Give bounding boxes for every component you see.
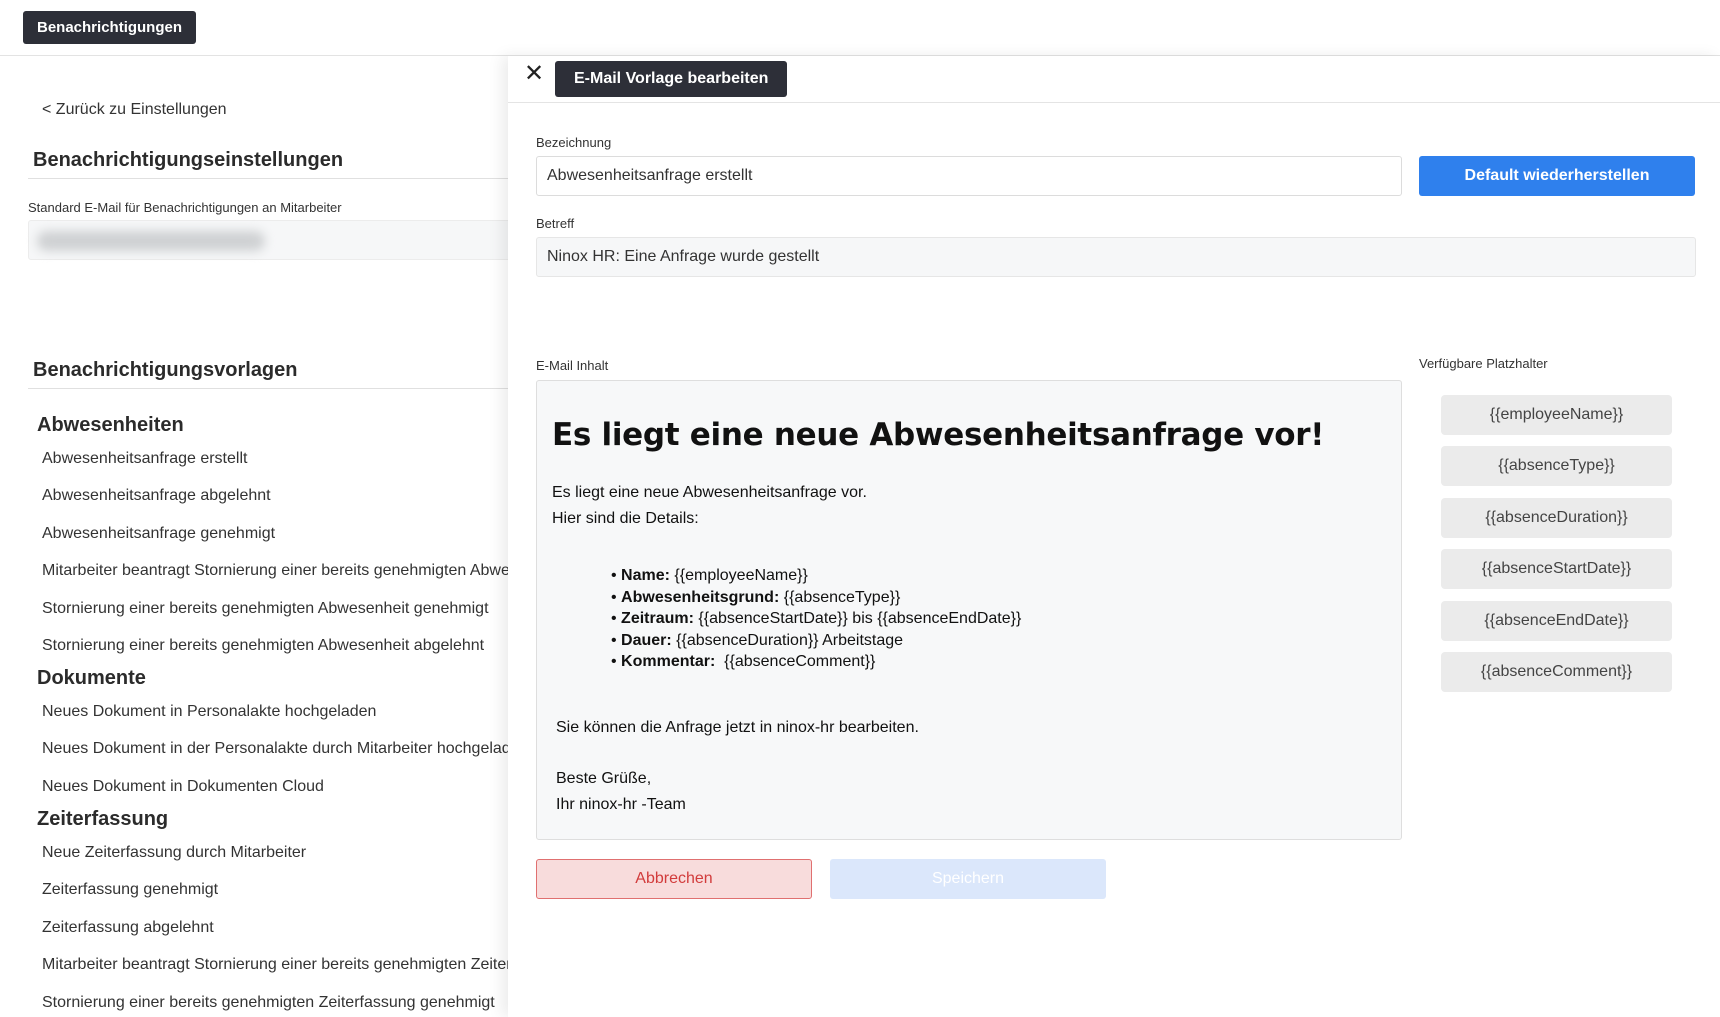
default-email-field[interactable] [28, 220, 508, 260]
template-item[interactable]: Stornierung einer bereits genehmigten Ab… [42, 600, 489, 618]
template-item[interactable]: Mitarbeiter beantragt Stornierung einer … [42, 562, 508, 580]
placeholder-chip[interactable]: {{absenceComment}} [1441, 652, 1672, 692]
email-content-editor[interactable]: Es liegt eine neue Abwesenheitsanfrage v… [536, 380, 1402, 840]
tab-notifications[interactable]: Benachrichtigungen [23, 11, 197, 44]
template-item[interactable]: Stornierung einer bereits genehmigten Ab… [42, 637, 484, 655]
back-to-settings-link[interactable]: < Zurück zu Einstellungen [42, 101, 227, 119]
panel-header: ✕ E-Mail Vorlage bearbeiten [508, 56, 1720, 103]
redacted-email [37, 231, 265, 251]
placeholder-chip[interactable]: {{employeeName}} [1441, 395, 1672, 435]
template-item[interactable]: Abwesenheitsanfrage genehmigt [42, 525, 275, 543]
template-item[interactable]: Zeiterfassung abgelehnt [42, 919, 214, 937]
template-item[interactable]: Neues Dokument in der Personalakte durch… [42, 740, 508, 758]
name-label: Bezeichnung [536, 135, 612, 150]
group-title-absences: Abwesenheiten [37, 414, 184, 436]
list-item: • Name: {{employeeName}} [611, 567, 808, 584]
default-email-label: Standard E-Mail für Benachrichtigungen a… [28, 200, 342, 215]
subject-input[interactable]: Ninox HR: Eine Anfrage wurde gestellt [536, 237, 1696, 277]
top-bar: Benachrichtigungen [0, 0, 1720, 56]
template-item[interactable]: Neue Zeiterfassung durch Mitarbeiter [42, 844, 306, 862]
email-intro-line-1: Es liegt eine neue Abwesenheitsanfrage v… [552, 484, 867, 501]
email-heading: Es liegt eine neue Abwesenheitsanfrage v… [552, 417, 1325, 453]
template-item[interactable]: Neues Dokument in Dokumenten Cloud [42, 778, 324, 796]
list-item: • Zeitraum: {{absenceStartDate}} bis {{a… [611, 610, 1022, 627]
details-list: • Name: {{employeeName}} • Abwesenheitsg… [611, 565, 1021, 673]
email-greeting-2: Ihr ninox-hr -Team [556, 796, 686, 813]
save-button[interactable]: Speichern [830, 859, 1106, 899]
group-title-documents: Dokumente [37, 667, 146, 689]
settings-section-title: Benachrichtigungseinstellungen [28, 149, 508, 179]
list-item: • Kommentar: {{absenceComment}} [611, 653, 876, 670]
email-intro-line-2: Hier sind die Details: [552, 510, 699, 527]
placeholder-chip[interactable]: {{absenceEndDate}} [1441, 601, 1672, 641]
restore-default-button[interactable]: Default wiederherstellen [1419, 156, 1695, 196]
list-item: • Dauer: {{absenceDuration}} Arbeitstage [611, 631, 904, 649]
email-outro: Sie können die Anfrage jetzt in ninox-hr… [556, 719, 919, 736]
templates-section-title: Benachrichtigungsvorlagen [28, 359, 508, 389]
placeholder-chip[interactable]: {{absenceType}} [1441, 446, 1672, 486]
placeholder-chip[interactable]: {{absenceStartDate}} [1441, 549, 1672, 589]
notification-settings-page: < Zurück zu Einstellungen Benachrichtigu… [0, 56, 508, 1017]
template-item[interactable]: Abwesenheitsanfrage erstellt [42, 450, 247, 468]
placeholder-chip[interactable]: {{absenceDuration}} [1441, 498, 1672, 538]
template-item[interactable]: Mitarbeiter beantragt Stornierung einer … [42, 956, 508, 974]
email-greeting-1: Beste Grüße, [556, 770, 652, 787]
subject-label: Betreff [536, 216, 575, 231]
name-input[interactable]: Abwesenheitsanfrage erstellt [536, 156, 1402, 196]
template-item[interactable]: Neues Dokument in Personalakte hochgelad… [42, 703, 376, 721]
group-title-time-tracking: Zeiterfassung [37, 808, 169, 830]
placeholders-title: Verfügbare Platzhalter [1419, 356, 1548, 371]
tab-edit-email-template[interactable]: E-Mail Vorlage bearbeiten [555, 61, 788, 97]
list-item: • Abwesenheitsgrund: {{absenceType}} [611, 588, 901, 606]
template-item[interactable]: Stornierung einer bereits genehmigten Ze… [42, 994, 495, 1012]
edit-template-panel: ✕ E-Mail Vorlage bearbeiten Bezeichnung … [508, 56, 1720, 1017]
cancel-button[interactable]: Abbrechen [536, 859, 812, 899]
content-label: E-Mail Inhalt [536, 358, 609, 373]
close-icon[interactable]: ✕ [521, 61, 547, 87]
template-item[interactable]: Abwesenheitsanfrage abgelehnt [42, 487, 271, 505]
template-item[interactable]: Zeiterfassung genehmigt [42, 881, 218, 899]
